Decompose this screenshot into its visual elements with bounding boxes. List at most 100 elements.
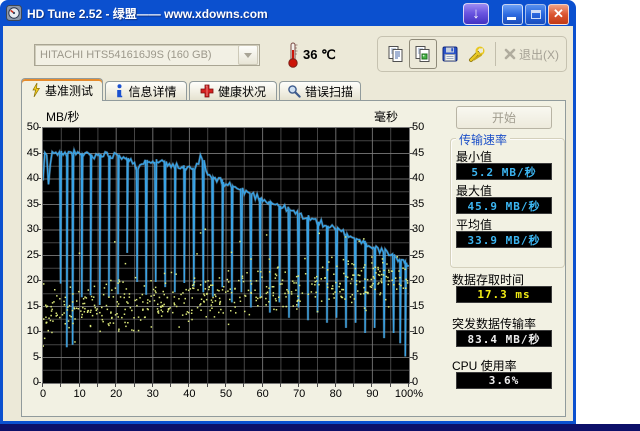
toolbar: 退出(X) — [377, 36, 567, 72]
x-axis-tick — [317, 383, 318, 387]
x-axis-tick-label: 10 — [73, 388, 86, 400]
left-axis-tick — [37, 204, 41, 205]
window-title: HD Tune 2.52 - 绿盟—— www.xdowns.com — [27, 6, 268, 21]
x-axis-tick — [353, 383, 354, 387]
right-axis-tick-label: 0 — [412, 376, 419, 388]
x-axis-tick-label: 20 — [110, 388, 123, 400]
right-axis-tick — [410, 306, 414, 307]
exit-label: 退出(X) — [518, 47, 559, 62]
x-axis-tick — [170, 383, 171, 387]
left-axis-tick — [37, 127, 41, 128]
right-axis-tick-label: 45 — [412, 146, 425, 159]
right-axis-tick-label: 20 — [412, 274, 425, 286]
tab-info-label: 信息详情 — [128, 84, 177, 99]
x-axis-tick — [60, 383, 61, 387]
chevron-down-icon — [244, 52, 252, 58]
right-axis-tick-label: 35 — [412, 197, 425, 210]
tab-info[interactable]: 信息详情 — [105, 81, 187, 100]
drive-selector[interactable]: HITACHI HTS541616J9S (160 GB) — [34, 44, 260, 66]
left-axis-tick — [37, 255, 41, 256]
toolbar-separator — [495, 42, 496, 66]
avg-value-display: 33.9 MB/秒 — [456, 231, 552, 248]
x-axis-tick — [42, 383, 43, 387]
save-button[interactable] — [437, 39, 464, 69]
copy-button[interactable] — [382, 39, 409, 69]
transfer-rate-group-title: 传输速率 — [456, 131, 511, 148]
right-axis-tick — [410, 280, 414, 281]
tab-benchmark-label: 基准测试 — [44, 83, 93, 98]
magnifier-icon — [288, 85, 301, 98]
benchmark-plot — [41, 127, 410, 384]
health-cross-icon — [200, 84, 214, 98]
titlebar[interactable]: HD Tune 2.52 - 绿盟—— www.xdowns.com ↓ ✕ — [0, 0, 576, 26]
options-button[interactable] — [464, 39, 491, 69]
benchmark-panel: MB/秒 毫秒 开始 传输速率 最小值 5.2 MB/秒 最大值 45.9 MB… — [21, 100, 566, 417]
x-axis-tick — [335, 383, 336, 387]
left-axis-tick — [37, 306, 41, 307]
max-value-display: 45.9 MB/秒 — [456, 197, 552, 214]
close-icon: ✕ — [553, 6, 564, 21]
tab-benchmark[interactable]: 基准测试 — [21, 78, 103, 101]
right-axis-tick — [410, 127, 414, 128]
copy-screenshot-button[interactable] — [409, 39, 437, 69]
cpu-usage-display: 3.6% — [456, 372, 552, 389]
left-axis-tick — [37, 357, 41, 358]
x-axis-tick — [207, 383, 208, 387]
left-axis-title: MB/秒 — [46, 110, 80, 124]
minimize-button[interactable] — [502, 3, 523, 25]
download-arrow-button[interactable]: ↓ — [463, 3, 489, 25]
start-button[interactable]: 开始 — [456, 106, 552, 129]
x-axis-tick — [115, 383, 116, 387]
right-axis-tick-label: 25 — [412, 248, 425, 261]
exit-button[interactable]: 退出(X) — [500, 39, 562, 69]
temperature-value: 36 ℃ — [303, 47, 336, 62]
drive-selector-value: HITACHI HTS541616J9S (160 GB) — [40, 49, 212, 61]
x-axis-tick — [371, 383, 372, 387]
lightning-icon — [32, 83, 41, 97]
tab-health[interactable]: 健康状况 — [189, 81, 277, 100]
hd-tune-window: HD Tune 2.52 - 绿盟—— www.xdowns.com ↓ ✕ H… — [0, 0, 576, 424]
close-button[interactable]: ✕ — [548, 3, 569, 25]
benchmark-plot-canvas — [41, 128, 410, 383]
right-axis-tick-label: 40 — [412, 172, 425, 184]
x-axis-tick-label: 100% — [394, 388, 424, 400]
thermometer-icon — [288, 42, 298, 68]
tab-error[interactable]: 错误扫描 — [279, 81, 361, 100]
x-axis-tick — [188, 383, 189, 387]
copy-image-icon — [415, 46, 430, 62]
x-axis-tick-label: 60 — [256, 388, 269, 400]
x-axis-tick — [280, 383, 281, 387]
x-axis-tick — [390, 383, 391, 387]
client-area: HITACHI HTS541616J9S (160 GB) 36 ℃ 退出(X)… — [3, 26, 573, 421]
left-axis-tick — [37, 382, 41, 383]
maximize-button[interactable] — [525, 3, 546, 25]
right-axis-tick — [410, 178, 414, 179]
access-time-display: 17.3 ms — [456, 286, 552, 303]
right-axis-tick-label: 5 — [412, 350, 419, 363]
app-icon — [6, 5, 22, 21]
combo-dropdown-button[interactable] — [238, 45, 258, 65]
tab-error-scan-label: 错误扫描 — [304, 84, 353, 99]
x-axis-tick-label: 0 — [39, 388, 47, 400]
x-axis-tick — [408, 383, 409, 387]
right-axis-tick-label: 50 — [412, 121, 425, 133]
minimize-icon — [507, 16, 516, 20]
right-axis-title: 毫秒 — [374, 110, 399, 124]
options-wrench-icon — [469, 46, 485, 62]
x-axis-tick — [79, 383, 80, 387]
start-button-label: 开始 — [491, 111, 516, 125]
x-axis-tick-label: 30 — [146, 388, 159, 400]
right-axis-tick — [410, 229, 414, 230]
right-axis-tick — [410, 255, 414, 256]
x-axis-tick — [134, 383, 135, 387]
exit-x-icon — [504, 48, 516, 60]
right-axis-tick-label: 10 — [412, 325, 425, 337]
x-axis-tick — [152, 383, 153, 387]
x-axis-tick-label: 70 — [293, 388, 306, 400]
right-axis-tick-label: 15 — [412, 299, 425, 312]
x-axis-tick-label: 50 — [219, 388, 233, 400]
burst-rate-display: 83.4 MB/秒 — [456, 330, 552, 347]
bottom-screen-edge — [0, 424, 640, 431]
x-axis-tick-label: 80 — [329, 388, 342, 400]
x-axis-tick — [97, 383, 98, 387]
